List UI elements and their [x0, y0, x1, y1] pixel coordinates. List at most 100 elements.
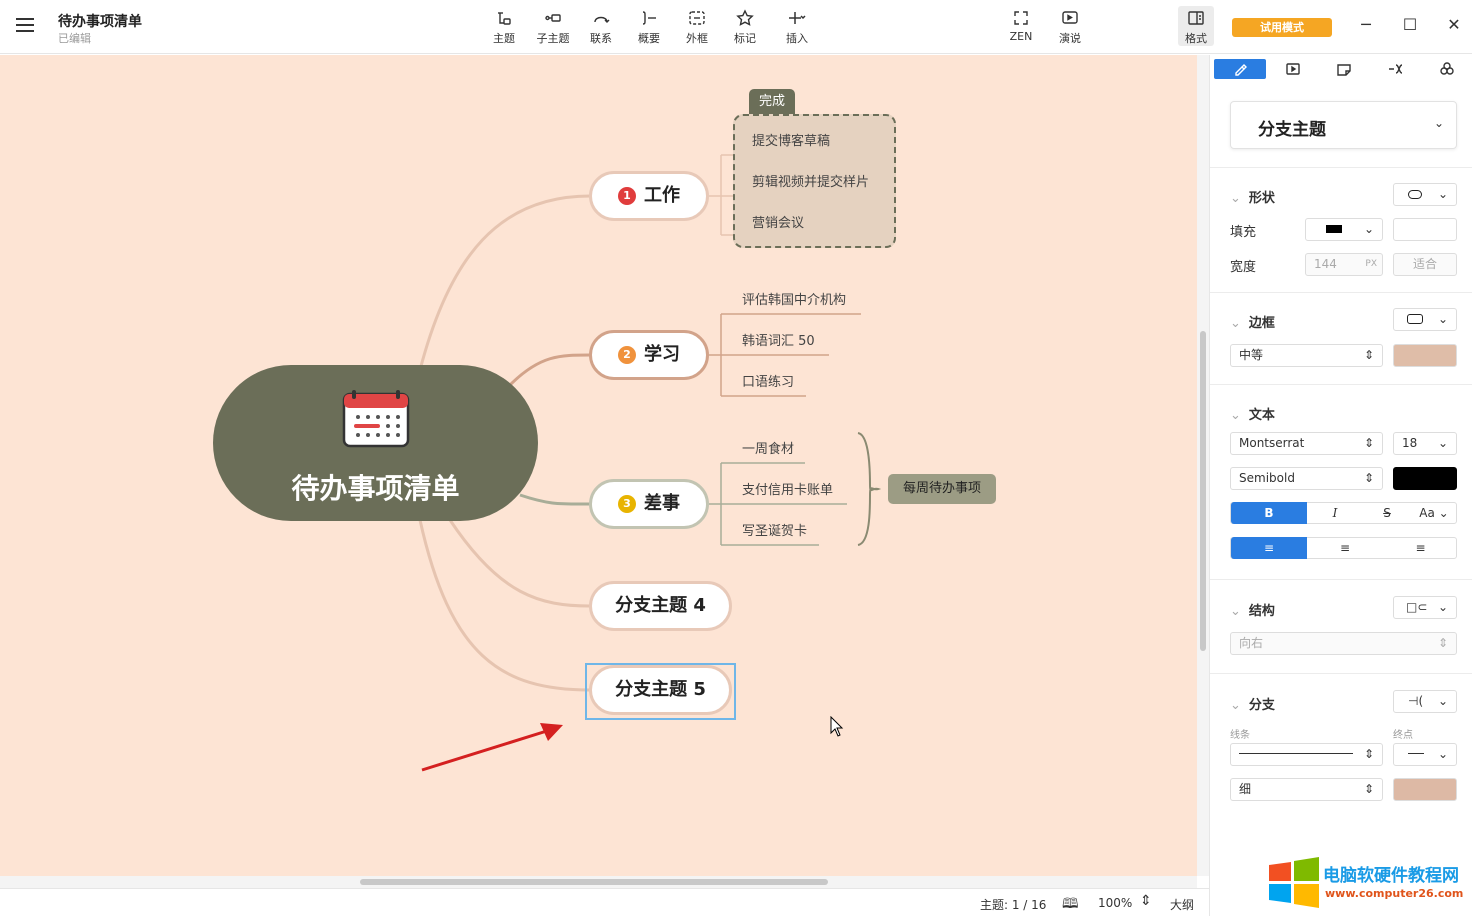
tab-theme[interactable] — [1421, 59, 1472, 79]
chevron-down-icon: ⌄ — [1437, 187, 1448, 201]
slide-icon — [1286, 63, 1300, 75]
zoom-stepper-icon[interactable]: ⇕ — [1140, 893, 1152, 909]
book-icon[interactable]: 🕮 — [1062, 893, 1079, 917]
horizontal-scrollbar[interactable] — [0, 876, 1197, 888]
chevron-down-icon: ⌄ — [1437, 312, 1448, 326]
vertical-scrollbar[interactable] — [1197, 55, 1209, 876]
updown-icon: ⇕ — [1363, 782, 1374, 796]
shape-section[interactable]: 形状 — [1230, 187, 1275, 206]
line-label: 线条 — [1230, 730, 1250, 741]
shape-dropdown[interactable]: ⌄ — [1393, 183, 1457, 206]
boundary-label[interactable]: 完成 — [749, 89, 795, 114]
tab-slide[interactable] — [1267, 59, 1319, 79]
subtopic-icon — [545, 14, 561, 22]
leaf-study-3[interactable]: 口语练习 — [742, 371, 794, 390]
width-label: 宽度 — [1230, 260, 1257, 275]
summary-topic[interactable]: 每周待办事项 — [888, 474, 996, 504]
font-family-select[interactable]: Montserrat ⇕ — [1230, 432, 1383, 455]
structure-dropdown[interactable]: □⊂ ⌄ — [1393, 596, 1457, 619]
summary-button[interactable]: 概要 — [626, 9, 672, 46]
structure-section[interactable]: 结构 — [1230, 600, 1275, 619]
font-size-select[interactable]: 18 ⌄ — [1393, 432, 1457, 455]
bold-button[interactable]: B — [1231, 502, 1307, 524]
format-button[interactable]: 格式 — [1178, 6, 1214, 46]
border-shape-dropdown[interactable]: ⌄ — [1393, 308, 1457, 331]
maximize-icon[interactable]: ☐ — [1399, 14, 1421, 36]
minimize-icon[interactable]: ─ — [1355, 14, 1377, 36]
menu-icon[interactable] — [16, 18, 34, 32]
document-title: 待办事项清单 — [58, 14, 142, 30]
width-input[interactable]: 144 PX — [1305, 253, 1383, 276]
central-topic[interactable]: 待办事项清单 — [213, 365, 538, 521]
structure-direction-select[interactable]: 向右 ⇕ — [1230, 632, 1457, 655]
priority-3-icon: 3 — [618, 495, 636, 513]
marker-button[interactable]: 标记 — [722, 9, 768, 46]
branch-topic-5[interactable]: 分支主题 5 — [589, 665, 732, 715]
insert-icon — [789, 12, 806, 24]
relationship-button[interactable]: 联系 — [578, 9, 624, 46]
leaf-work-1[interactable]: 提交博客草稿 — [752, 130, 830, 149]
close-icon[interactable]: ✕ — [1443, 14, 1465, 36]
topic-button[interactable]: 主题 — [481, 9, 527, 46]
branch-color-swatch[interactable] — [1393, 778, 1457, 801]
italic-button[interactable]: I — [1307, 503, 1363, 523]
boundary-button[interactable]: 外框 — [674, 9, 720, 46]
updown-icon: ⇕ — [1363, 471, 1374, 485]
text-color-swatch[interactable] — [1393, 467, 1457, 490]
align-right-button[interactable]: ≡ — [1383, 538, 1458, 558]
line-weight-select[interactable]: 细 ⇕ — [1230, 778, 1383, 801]
priority-2-icon: 2 — [618, 346, 636, 364]
leaf-errand-2[interactable]: 支付信用卡账单 — [742, 479, 833, 498]
fill-pattern-dropdown[interactable]: ⌄ — [1305, 218, 1383, 241]
strikethrough-button[interactable]: S — [1363, 503, 1411, 523]
end-label: 终点 — [1393, 730, 1413, 741]
font-weight-select[interactable]: Semibold ⇕ — [1230, 467, 1383, 490]
zoom-level[interactable]: 100% — [1098, 896, 1132, 910]
border-color-swatch[interactable] — [1393, 344, 1457, 367]
align-center-button[interactable]: ≡ — [1307, 538, 1383, 558]
trial-mode-button[interactable]: 试用模式 — [1232, 18, 1332, 37]
text-case-dropdown[interactable]: Aa ⌄ — [1411, 503, 1457, 523]
panel-icon — [1188, 11, 1204, 25]
leaf-study-2[interactable]: 韩语词汇 50 — [742, 330, 815, 349]
line-style-select[interactable]: ⇕ — [1230, 743, 1383, 766]
document-status: 已编辑 — [58, 32, 91, 45]
leaf-study-1[interactable]: 评估韩国中介机构 — [742, 289, 846, 308]
branch-curve-icon: ⊣( — [1408, 694, 1424, 708]
border-weight-select[interactable]: 中等 ⇕ — [1230, 344, 1383, 367]
chevron-down-icon: ⌄ — [1363, 222, 1374, 236]
leaf-errand-3[interactable]: 写圣诞贺卡 — [742, 520, 807, 539]
leaf-work-2[interactable]: 剪辑视频并提交样片 — [752, 171, 869, 190]
mindmap-canvas[interactable]: 完成 待办事项清单 1 工作 2 学习 3 差事 分支主题 4 分支主题 5 提交博客… — [0, 55, 1197, 876]
tab-note[interactable] — [1318, 59, 1370, 79]
leaf-work-3[interactable]: 营销会议 — [752, 212, 804, 231]
line-end-dropdown[interactable]: ⌄ — [1393, 743, 1457, 766]
fit-button[interactable]: 适合 — [1393, 253, 1457, 276]
tab-style[interactable] — [1214, 59, 1266, 79]
leaf-errand-1[interactable]: 一周食材 — [742, 438, 794, 457]
present-button[interactable]: 演说 — [1047, 9, 1093, 46]
outline-button[interactable]: 大纲 — [1170, 896, 1194, 913]
subtopic-button[interactable]: 子主题 — [530, 9, 576, 46]
style-select[interactable]: 分支主题 ⌄ — [1230, 101, 1457, 149]
branch-topic-errands[interactable]: 3 差事 — [589, 479, 709, 529]
fill-color-swatch[interactable] — [1393, 218, 1457, 241]
fullscreen-icon — [1014, 11, 1028, 25]
updown-icon: ⇕ — [1363, 348, 1374, 362]
brush-icon — [1235, 64, 1247, 76]
border-section[interactable]: 边框 — [1230, 312, 1275, 331]
branch-section[interactable]: 分支 — [1230, 694, 1275, 713]
branch-topic-4[interactable]: 分支主题 4 — [589, 581, 732, 631]
text-section[interactable]: 文本 — [1230, 404, 1275, 423]
branch-topic-study[interactable]: 2 学习 — [589, 330, 709, 380]
zen-button[interactable]: ZEN — [998, 9, 1044, 43]
watermark-logo: 电脑软硬件教程网 www.computer26.com — [1267, 855, 1472, 911]
branch-style-dropdown[interactable]: ⊣(⌄ — [1393, 690, 1457, 713]
insert-button[interactable]: 插入 — [774, 9, 820, 46]
tab-map-structure[interactable] — [1369, 59, 1421, 79]
chevron-down-icon: ⌄ — [1437, 600, 1448, 614]
branch-topic-work[interactable]: 1 工作 — [589, 171, 709, 221]
summary-icon — [642, 11, 656, 25]
windows-logo-icon — [1269, 857, 1319, 908]
align-left-button[interactable]: ≡ — [1231, 537, 1307, 559]
